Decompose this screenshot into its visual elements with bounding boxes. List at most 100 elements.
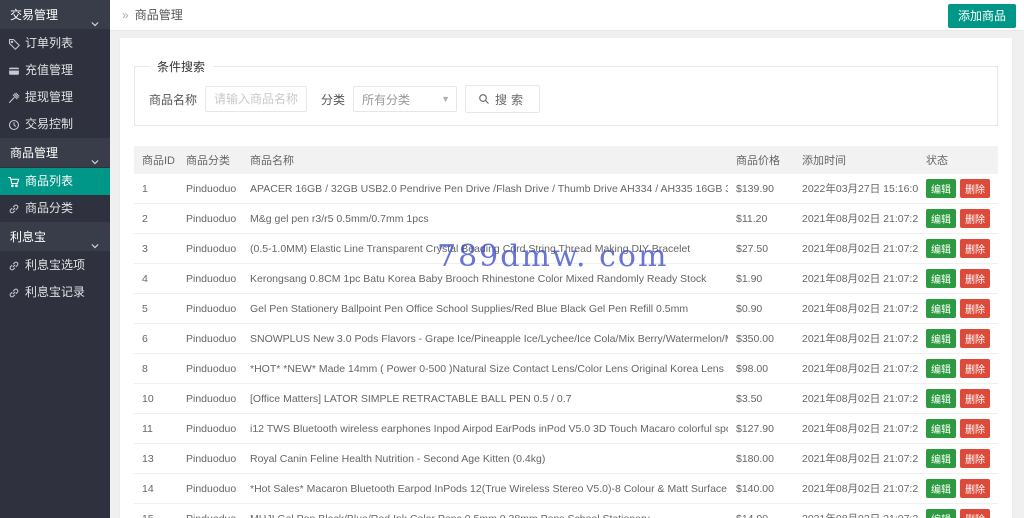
table-row: 8Pinduoduo*HOT* *NEW* Made 14mm ( Power … [134, 354, 998, 384]
cell-price: $350.00 [728, 324, 794, 354]
cell-category: Pinduoduo [178, 324, 242, 354]
cell-product-id: 11 [134, 414, 178, 444]
cell-product-name: M&g gel pen r3/r5 0.5mm/0.7mm 1pcs [242, 204, 728, 234]
sidebar-item-label: 利息宝记录 [25, 279, 85, 306]
sidebar-section-label: 利息宝 [10, 222, 46, 252]
cell-added-time: 2021年08月02日 21:07:29 [794, 264, 918, 294]
clock-icon [8, 119, 20, 131]
cell-category: Pinduoduo [178, 474, 242, 504]
cell-price: $180.00 [728, 444, 794, 474]
gavel-icon [8, 92, 20, 104]
cell-product-name: Gel Pen Stationery Ballpoint Pen Office … [242, 294, 728, 324]
edit-button[interactable]: 编辑 [926, 419, 956, 438]
sidebar-section-交易管理[interactable]: 交易管理 [0, 0, 110, 30]
add-product-button[interactable]: 添加商品 [948, 4, 1016, 28]
cell-product-id: 6 [134, 324, 178, 354]
sidebar-item-利息宝记录[interactable]: 利息宝记录 [0, 279, 110, 306]
sidebar-section-利息宝[interactable]: 利息宝 [0, 222, 110, 252]
cell-product-name: *HOT* *NEW* Made 14mm ( Power 0-500 )Nat… [242, 354, 728, 384]
sidebar-item-充值管理[interactable]: 充值管理 [0, 57, 110, 84]
cell-status-actions: 编辑删除 [918, 294, 998, 324]
sidebar-item-商品分类[interactable]: 商品分类 [0, 195, 110, 222]
search-panel-title: 条件搜索 [149, 58, 213, 75]
topbar: »商品管理 添加商品 [110, 0, 1024, 31]
cell-added-time: 2021年08月02日 21:07:29 [794, 324, 918, 354]
sidebar-item-label: 订单列表 [25, 30, 73, 57]
edit-button[interactable]: 编辑 [926, 449, 956, 468]
cell-category: Pinduoduo [178, 414, 242, 444]
sidebar-item-订单列表[interactable]: 订单列表 [0, 30, 110, 57]
table-row: 4PinduoduoKerongsang 0.8CM 1pc Batu Kore… [134, 264, 998, 294]
tag-icon [8, 38, 20, 50]
table-row: 1PinduoduoAPACER 16GB / 32GB USB2.0 Pend… [134, 174, 998, 204]
edit-button[interactable]: 编辑 [926, 509, 956, 518]
category-label: 分类 [321, 91, 345, 108]
table-row: 15PinduoduoMUJI Gel Pen Black/Blue/Red I… [134, 504, 998, 518]
delete-button[interactable]: 删除 [960, 389, 990, 408]
cell-status-actions: 编辑删除 [918, 474, 998, 504]
cell-added-time: 2021年08月02日 21:07:29 [794, 414, 918, 444]
delete-button[interactable]: 删除 [960, 449, 990, 468]
cell-status-actions: 编辑删除 [918, 264, 998, 294]
cell-added-time: 2021年08月02日 21:07:29 [794, 504, 918, 518]
sidebar-item-交易控制[interactable]: 交易控制 [0, 111, 110, 138]
cell-price: $3.50 [728, 384, 794, 414]
cell-product-name: *Hot Sales* Macaron Bluetooth Earpod InP… [242, 474, 728, 504]
product-name-input[interactable] [205, 86, 307, 112]
cell-price: $139.90 [728, 174, 794, 204]
edit-button[interactable]: 编辑 [926, 239, 956, 258]
cell-status-actions: 编辑删除 [918, 234, 998, 264]
chevron-down-icon: ▼ [441, 94, 450, 104]
cell-category: Pinduoduo [178, 174, 242, 204]
delete-button[interactable]: 删除 [960, 239, 990, 258]
table-row: 2PinduoduoM&g gel pen r3/r5 0.5mm/0.7mm … [134, 204, 998, 234]
edit-button[interactable]: 编辑 [926, 329, 956, 348]
delete-button[interactable]: 删除 [960, 269, 990, 288]
cell-category: Pinduoduo [178, 204, 242, 234]
delete-button[interactable]: 删除 [960, 299, 990, 318]
edit-button[interactable]: 编辑 [926, 299, 956, 318]
edit-button[interactable]: 编辑 [926, 389, 956, 408]
column-header: 商品ID [134, 146, 178, 174]
delete-button[interactable]: 删除 [960, 509, 990, 518]
cell-category: Pinduoduo [178, 504, 242, 518]
delete-button[interactable]: 删除 [960, 479, 990, 498]
edit-button[interactable]: 编辑 [926, 209, 956, 228]
sidebar-item-利息宝选项[interactable]: 利息宝选项 [0, 252, 110, 279]
sidebar-item-提现管理[interactable]: 提现管理 [0, 84, 110, 111]
delete-button[interactable]: 删除 [960, 179, 990, 198]
edit-button[interactable]: 编辑 [926, 359, 956, 378]
cell-price: $11.20 [728, 204, 794, 234]
cell-added-time: 2021年08月02日 21:07:29 [794, 474, 918, 504]
cell-product-id: 13 [134, 444, 178, 474]
cell-price: $14.90 [728, 504, 794, 518]
column-header: 商品分类 [178, 146, 242, 174]
cell-status-actions: 编辑删除 [918, 204, 998, 234]
cell-product-id: 10 [134, 384, 178, 414]
cell-product-id: 4 [134, 264, 178, 294]
page-title: 商品管理 [135, 8, 183, 22]
link-icon [8, 203, 20, 215]
cell-status-actions: 编辑删除 [918, 324, 998, 354]
cell-product-id: 15 [134, 504, 178, 518]
table-row: 6PinduoduoSNOWPLUS New 3.0 Pods Flavors … [134, 324, 998, 354]
sidebar-item-商品列表[interactable]: 商品列表 [0, 168, 110, 195]
cell-status-actions: 编辑删除 [918, 504, 998, 518]
cell-product-id: 8 [134, 354, 178, 384]
delete-button[interactable]: 删除 [960, 329, 990, 348]
edit-button[interactable]: 编辑 [926, 179, 956, 198]
category-select[interactable]: 所有分类 ▼ [353, 86, 457, 112]
cell-price: $0.90 [728, 294, 794, 324]
cell-added-time: 2021年08月02日 21:07:29 [794, 444, 918, 474]
sidebar-item-label: 商品列表 [25, 168, 73, 195]
search-button-label: 搜索 [495, 91, 527, 108]
delete-button[interactable]: 删除 [960, 359, 990, 378]
product-table: 商品ID商品分类商品名称商品价格添加时间状态 1PinduoduoAPACER … [134, 146, 998, 518]
delete-button[interactable]: 删除 [960, 419, 990, 438]
cell-added-time: 2021年08月02日 21:07:29 [794, 294, 918, 324]
edit-button[interactable]: 编辑 [926, 269, 956, 288]
delete-button[interactable]: 删除 [960, 209, 990, 228]
edit-button[interactable]: 编辑 [926, 479, 956, 498]
search-button[interactable]: 搜索 [465, 85, 540, 113]
sidebar-section-商品管理[interactable]: 商品管理 [0, 138, 110, 168]
